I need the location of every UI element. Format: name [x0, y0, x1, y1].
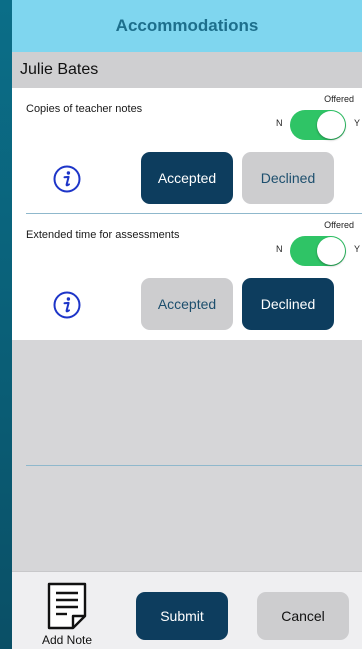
declined-button[interactable]: Declined	[242, 278, 334, 330]
toggle-no-label: N	[276, 244, 283, 254]
accommodations-panel: Accommodations Julie Bates Copies of tea…	[12, 0, 362, 649]
student-bar: Julie Bates	[12, 52, 362, 88]
offered-label: Offered	[324, 220, 354, 230]
accommodation-label: Copies of teacher notes	[26, 103, 143, 115]
accepted-button[interactable]: Accepted	[141, 278, 233, 330]
add-note-button[interactable]: Add Note	[32, 580, 102, 648]
toggle-knob	[317, 237, 345, 265]
accommodation-label: Extended time for assessments	[26, 229, 180, 241]
cancel-button[interactable]: Cancel	[257, 592, 349, 640]
accepted-button[interactable]: Accepted	[141, 152, 233, 204]
offered-toggle[interactable]	[290, 236, 346, 266]
accommodation-list: Copies of teacher notes Offered N Y Acce…	[12, 88, 362, 466]
offered-toggle-group: N Y	[276, 108, 360, 140]
toggle-yes-label: Y	[353, 244, 360, 254]
submit-button[interactable]: Submit	[136, 592, 228, 640]
offered-toggle[interactable]	[290, 110, 346, 140]
note-document-icon	[47, 582, 87, 630]
student-name: Julie Bates	[20, 61, 99, 78]
divider	[26, 465, 362, 466]
page-title: Accommodations	[115, 16, 259, 35]
accommodation-item: Extended time for assessments Offered N …	[12, 214, 362, 466]
left-edge-strip	[0, 0, 12, 649]
offered-toggle-group: N Y	[276, 234, 360, 266]
toggle-yes-label: Y	[353, 118, 360, 128]
footer-toolbar: Add Note Submit Cancel	[12, 571, 362, 649]
declined-button[interactable]: Declined	[242, 152, 334, 204]
info-icon[interactable]	[53, 291, 81, 319]
title-bar: Accommodations	[12, 0, 362, 52]
add-note-label: Add Note	[41, 633, 93, 647]
offered-label: Offered	[324, 94, 354, 104]
toggle-no-label: N	[276, 118, 283, 128]
info-icon[interactable]	[53, 165, 81, 193]
accommodation-item: Copies of teacher notes Offered N Y Acce…	[12, 88, 362, 214]
toggle-knob	[317, 111, 345, 139]
